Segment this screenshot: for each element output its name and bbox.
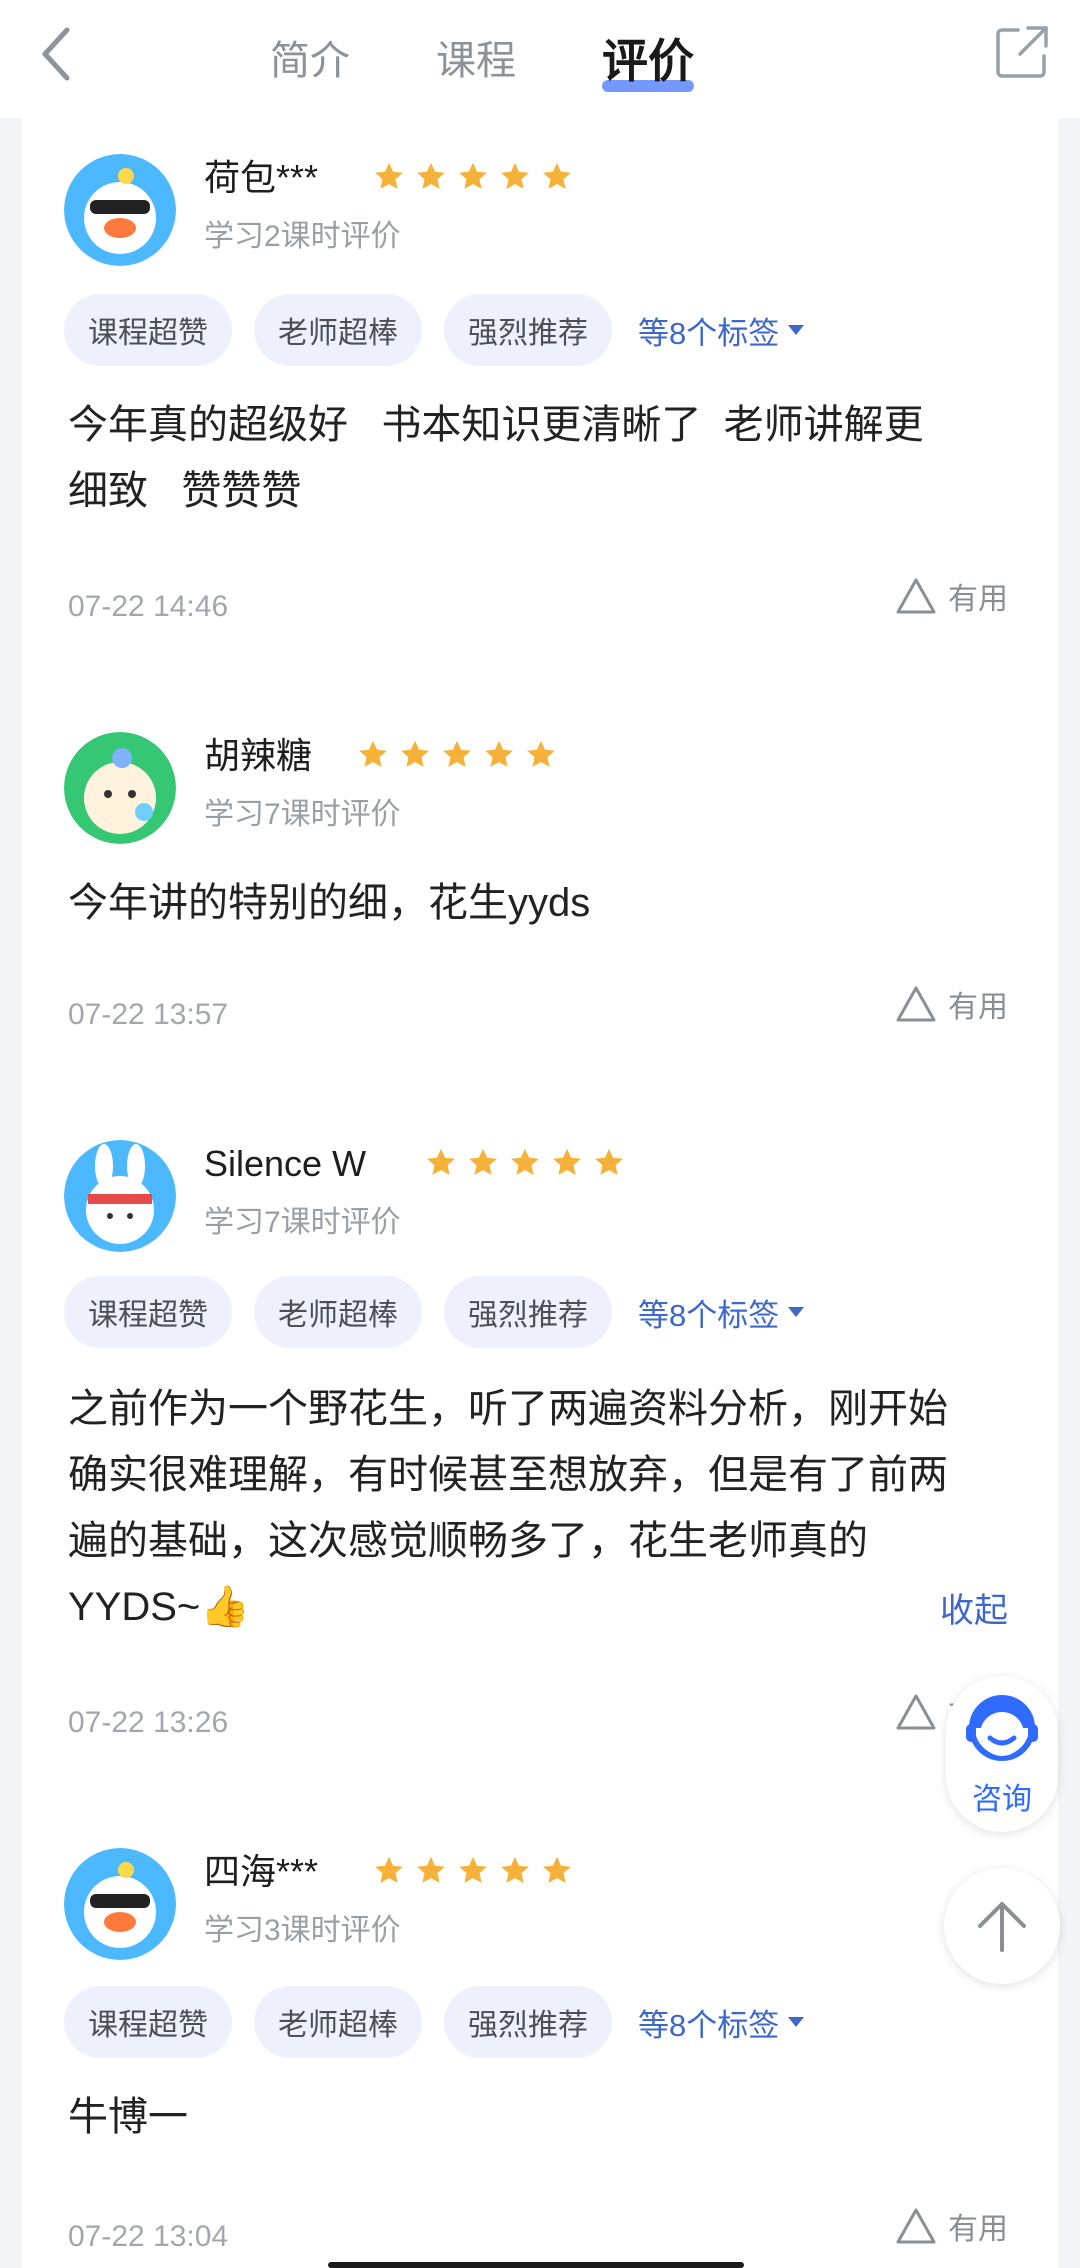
star-rating xyxy=(372,160,574,194)
star-rating xyxy=(372,1854,574,1888)
study-hours-note: 学习3课时评价 xyxy=(204,1914,401,1947)
review-tag: 课程超赞 xyxy=(64,1276,232,1348)
review-date: 07-22 13:57 xyxy=(68,998,229,1031)
star-icon xyxy=(553,1148,581,1175)
tag-list: 课程超赞 老师超棒 强烈推荐 等8个标签 xyxy=(64,1986,805,2058)
review-text: 今年真的超级好 书本知识更清晰了 老师讲解更 细致 赞赞赞 xyxy=(68,403,924,513)
tag-list: 课程超赞 老师超棒 强烈推荐 等8个标签 xyxy=(64,294,805,366)
star-icon xyxy=(459,1856,487,1883)
review-tag: 课程超赞 xyxy=(64,294,232,366)
review-date: 07-22 14:46 xyxy=(68,590,229,623)
review-tag: 强烈推荐 xyxy=(444,1986,612,2058)
star-icon xyxy=(427,1148,455,1175)
reviewer-name: 荷包*** xyxy=(204,157,319,198)
reviewer-name: Silence W xyxy=(204,1143,367,1184)
review-text: 之前作为一个野花生，听了两遍资料分析，刚开始 确实很难理解，有时候甚至想放弃，但… xyxy=(68,1387,948,1629)
review-tag: 强烈推荐 xyxy=(444,1276,612,1348)
star-icon xyxy=(417,1856,445,1883)
study-hours-note: 学习7课时评价 xyxy=(204,798,401,831)
top-nav-bar: 简介 课程 评价 xyxy=(0,0,1080,118)
caret-down-icon xyxy=(788,2017,805,2027)
avatar[interactable] xyxy=(64,732,176,844)
triangle-icon xyxy=(896,2208,936,2244)
triangle-icon xyxy=(896,578,936,614)
star-icon xyxy=(527,740,555,767)
study-hours-note: 学习7课时评价 xyxy=(204,1206,401,1239)
share-button[interactable] xyxy=(994,24,1050,80)
tab-intro[interactable]: 简介 xyxy=(270,41,350,81)
consult-label: 咨询 xyxy=(972,1783,1032,1816)
back-button[interactable] xyxy=(30,24,82,84)
reviewer-name: 胡辣糖 xyxy=(204,735,313,776)
review-date: 07-22 13:26 xyxy=(68,1706,229,1739)
more-tags-button[interactable]: 等8个标签 xyxy=(638,308,805,353)
star-icon xyxy=(469,1148,497,1175)
star-icon xyxy=(595,1148,623,1175)
study-hours-note: 学习2课时评价 xyxy=(204,220,401,253)
arrow-up-icon xyxy=(978,1902,1026,1952)
triangle-icon xyxy=(896,986,936,1022)
review-tag: 老师超棒 xyxy=(254,294,422,366)
customer-service-icon xyxy=(966,1695,1038,1761)
star-icon xyxy=(375,162,403,189)
home-indicator xyxy=(328,2262,744,2268)
star-icon xyxy=(485,740,513,767)
chevron-left-icon xyxy=(42,27,70,81)
star-icon xyxy=(501,1856,529,1883)
reviewer-name: 四海*** xyxy=(204,1851,319,1892)
avatar[interactable] xyxy=(64,1848,176,1960)
star-rating xyxy=(424,1146,626,1180)
review-text: 今年讲的特别的细，花生yyds xyxy=(68,881,591,925)
share-icon xyxy=(996,26,1048,78)
review-date: 07-22 13:04 xyxy=(68,2220,229,2253)
avatar[interactable] xyxy=(64,1140,176,1252)
triangle-icon xyxy=(896,1694,936,1730)
tab-reviews[interactable]: 评价 xyxy=(602,38,694,92)
review-tag: 课程超赞 xyxy=(64,1986,232,2058)
useful-button[interactable]: 有用 xyxy=(894,574,1008,618)
review-tag: 强烈推荐 xyxy=(444,294,612,366)
more-tags-button[interactable]: 等8个标签 xyxy=(638,1290,805,1335)
star-icon xyxy=(417,162,445,189)
review-tag: 老师超棒 xyxy=(254,1986,422,2058)
more-tags-button[interactable]: 等8个标签 xyxy=(638,2000,805,2045)
tag-list: 课程超赞 老师超棒 强烈推荐 等8个标签 xyxy=(64,1276,805,1348)
tab-bar: 简介 课程 评价 xyxy=(270,26,830,96)
avatar[interactable] xyxy=(64,154,176,266)
scroll-to-top-button[interactable] xyxy=(944,1868,1060,1984)
consult-button[interactable]: 咨询 xyxy=(946,1676,1058,1832)
star-icon xyxy=(375,1856,403,1883)
star-icon xyxy=(511,1148,539,1175)
useful-button[interactable]: 有用 xyxy=(894,2204,1008,2248)
star-icon xyxy=(543,1856,571,1883)
review-tag: 老师超棒 xyxy=(254,1276,422,1348)
star-icon xyxy=(543,162,571,189)
star-icon xyxy=(359,740,387,767)
star-rating xyxy=(356,738,558,772)
collapse-button[interactable]: 收起 xyxy=(940,1594,1008,1628)
star-icon xyxy=(459,162,487,189)
caret-down-icon xyxy=(788,325,805,335)
star-icon xyxy=(443,740,471,767)
tab-courses[interactable]: 课程 xyxy=(436,41,516,81)
review-text: 牛博一 xyxy=(68,2095,188,2139)
star-icon xyxy=(401,740,429,767)
useful-button[interactable]: 有用 xyxy=(894,982,1008,1026)
review-list: 荷包*** 学习2课时评价 课程超赞 老师超棒 强烈推荐 等8个标签 今年真的超… xyxy=(22,118,1058,2268)
caret-down-icon xyxy=(788,1307,805,1317)
star-icon xyxy=(501,162,529,189)
